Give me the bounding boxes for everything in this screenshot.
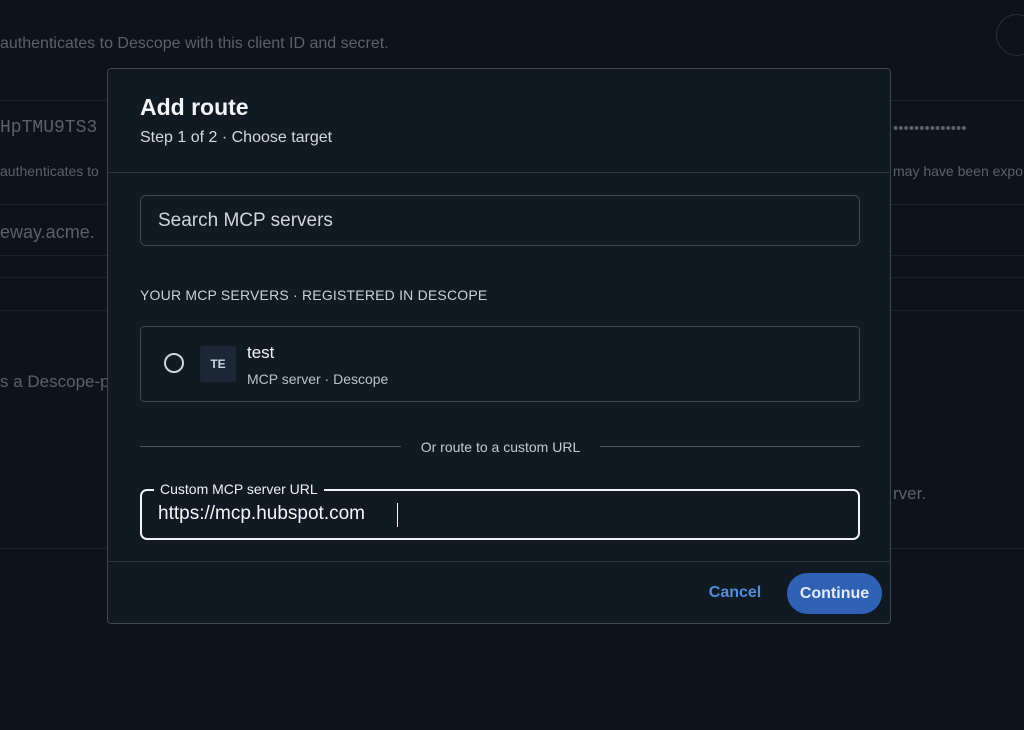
dialog-step-subtitle: Step 1 of 2 · Choose target <box>140 129 333 146</box>
or-divider-line-left <box>140 446 401 447</box>
footer-divider <box>108 561 890 562</box>
or-divider-text: Or route to a custom URL <box>420 439 581 455</box>
dialog-title: Add route <box>140 94 249 120</box>
add-route-dialog: Add route Step 1 of 2 · Choose target YO… <box>107 68 891 624</box>
server-name: test <box>247 343 275 362</box>
search-mcp-servers-input[interactable] <box>140 195 860 246</box>
custom-url-field[interactable]: Custom MCP server URL <box>140 481 860 540</box>
text-caret <box>397 503 398 527</box>
section-label: YOUR MCP SERVERS · REGISTERED IN DESCOPE <box>140 287 488 303</box>
continue-button[interactable]: Continue <box>787 573 882 614</box>
cancel-button[interactable]: Cancel <box>700 573 770 613</box>
server-meta: MCP server · Descope <box>247 371 389 387</box>
server-badge: TE <box>200 346 236 382</box>
or-divider-line-right <box>600 446 860 447</box>
custom-url-label: Custom MCP server URL <box>154 481 324 497</box>
server-radio-button[interactable] <box>164 353 184 373</box>
custom-url-input[interactable] <box>158 501 838 527</box>
server-option-test[interactable]: TE test MCP server · Descope <box>140 326 860 402</box>
header-divider <box>108 172 890 173</box>
